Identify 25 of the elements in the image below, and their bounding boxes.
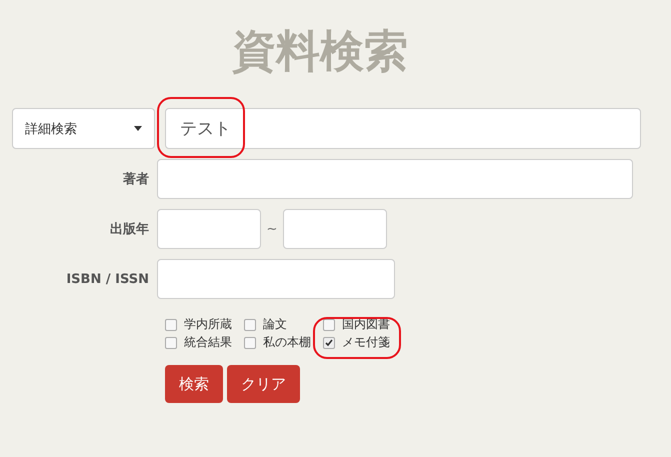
- clear-button[interactable]: クリア: [227, 365, 300, 403]
- year-from-field[interactable]: [157, 209, 261, 249]
- checkbox[interactable]: [244, 318, 256, 330]
- field-label: 出版年: [109, 221, 150, 238]
- page-title: 資料検索: [231, 25, 409, 79]
- year-to-field[interactable]: [283, 209, 387, 249]
- checkbox-label: 私の本棚: [263, 334, 311, 351]
- caret-icon: [134, 126, 142, 131]
- checkbox[interactable]: [244, 336, 256, 348]
- checkbox[interactable]: [165, 336, 177, 348]
- author-field[interactable]: [157, 159, 633, 199]
- checkbox-label: メモ付箋: [342, 334, 390, 351]
- field-label: 著者: [122, 171, 150, 188]
- checkbox[interactable]: [323, 318, 335, 330]
- checkbox-label: 学内所蔵: [184, 316, 232, 333]
- isbn-field[interactable]: [157, 259, 395, 299]
- checkbox[interactable]: [165, 318, 177, 330]
- checkbox[interactable]: [323, 336, 335, 348]
- checkbox-label: 統合結果: [184, 334, 232, 351]
- search-mode-dropdown[interactable]: 詳細検索: [12, 108, 155, 149]
- keyword-field[interactable]: テスト: [165, 108, 641, 149]
- field-label: ISBN / ISSN: [65, 272, 150, 286]
- range-separator: ~: [266, 222, 278, 236]
- search-button[interactable]: 検索: [165, 365, 223, 403]
- checkbox-label: 論文: [263, 316, 287, 333]
